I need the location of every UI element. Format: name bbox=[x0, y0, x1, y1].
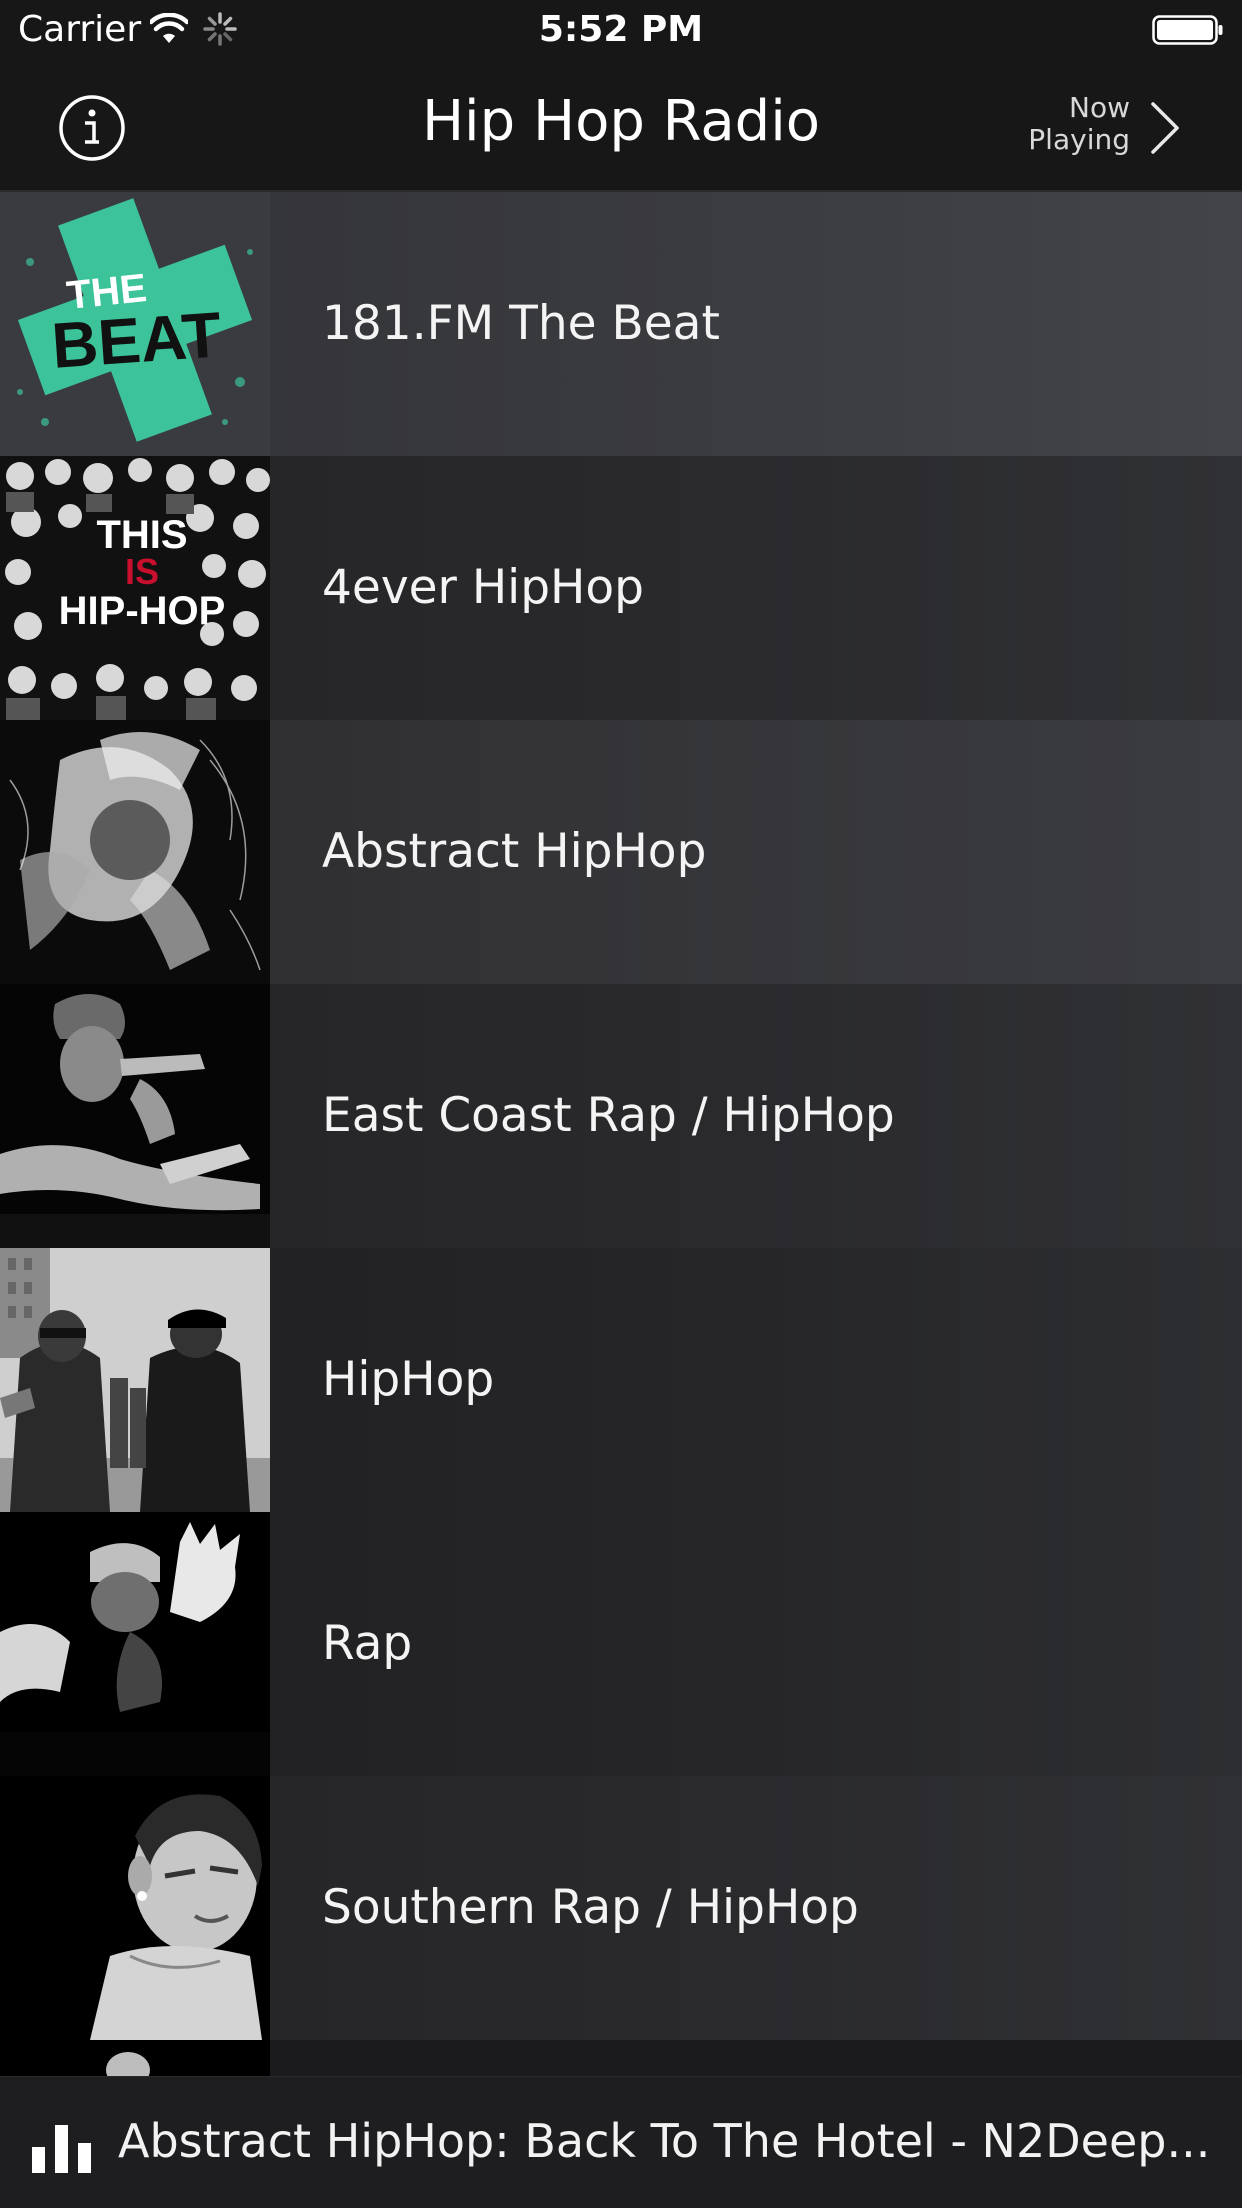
station-list: THE BEAT 181.FM The Beat THIS IS HIP-HOP… bbox=[0, 192, 1242, 2080]
station-row-181fm-the-beat[interactable]: THE BEAT 181.FM The Beat bbox=[0, 192, 1242, 456]
now-playing-button[interactable]: Now Playing bbox=[1020, 90, 1230, 170]
hiphop-logo-line2: IS bbox=[125, 551, 159, 592]
now-playing-line1: Now bbox=[1069, 91, 1130, 124]
station-artwork-the-beat: THE BEAT bbox=[0, 192, 270, 456]
beat-logo-line2: BEAT bbox=[49, 298, 223, 382]
now-playing-line2: Playing bbox=[1028, 123, 1130, 156]
navigation-bar: Hip Hop Radio Now Playing bbox=[0, 60, 1242, 192]
page-title: Hip Hop Radio bbox=[421, 89, 821, 154]
station-artwork-hiphop bbox=[0, 1248, 270, 1512]
mini-player-bar[interactable]: Abstract HipHop: Back To The Hotel - N2D… bbox=[0, 2076, 1242, 2208]
app-screen: Carrier 5:52 PM Hip Hop Radio Now Playin… bbox=[0, 0, 1242, 2208]
station-name: HipHop bbox=[322, 1352, 495, 1407]
station-artwork-partial bbox=[0, 2040, 270, 2080]
now-playing-label: Now Playing bbox=[990, 92, 1130, 156]
station-row-hiphop[interactable]: HipHop bbox=[0, 1248, 1242, 1512]
station-name: East Coast Rap / HipHop bbox=[322, 1088, 895, 1143]
station-name: Southern Rap / HipHop bbox=[322, 1880, 859, 1935]
station-name: 4ever HipHop bbox=[322, 560, 644, 615]
info-icon[interactable] bbox=[58, 94, 126, 162]
station-artwork-east-coast bbox=[0, 984, 270, 1248]
station-artwork-southern bbox=[0, 1776, 270, 2040]
station-artwork-rap bbox=[0, 1512, 270, 1776]
battery-icon bbox=[1152, 15, 1223, 45]
station-artwork-abstract bbox=[0, 720, 270, 984]
station-name: 181.FM The Beat bbox=[322, 296, 720, 351]
status-time: 5:52 PM bbox=[538, 9, 704, 50]
station-artwork-this-is-hiphop: THIS IS HIP-HOP bbox=[0, 456, 270, 720]
hiphop-logo-line3: HIP-HOP bbox=[59, 589, 226, 633]
chevron-right-icon bbox=[1151, 102, 1179, 154]
equalizer-bars-icon bbox=[32, 2125, 91, 2173]
station-row-southern-rap-hiphop[interactable]: Southern Rap / HipHop bbox=[0, 1776, 1242, 2040]
station-row-east-coast-rap-hiphop[interactable]: East Coast Rap / HipHop bbox=[0, 984, 1242, 1248]
station-row-rap[interactable]: Rap bbox=[0, 1512, 1242, 1776]
station-name: Abstract HipHop bbox=[322, 824, 707, 879]
station-row-4ever-hiphop[interactable]: THIS IS HIP-HOP 4ever HipHop bbox=[0, 456, 1242, 720]
station-row-partial[interactable] bbox=[0, 2040, 1242, 2080]
now-playing-track: Abstract HipHop: Back To The Hotel - N2D… bbox=[118, 2114, 1211, 2168]
status-bar: Carrier 5:52 PM bbox=[0, 0, 1242, 60]
station-row-abstract-hiphop[interactable]: Abstract HipHop bbox=[0, 720, 1242, 984]
station-name: Rap bbox=[322, 1616, 413, 1671]
